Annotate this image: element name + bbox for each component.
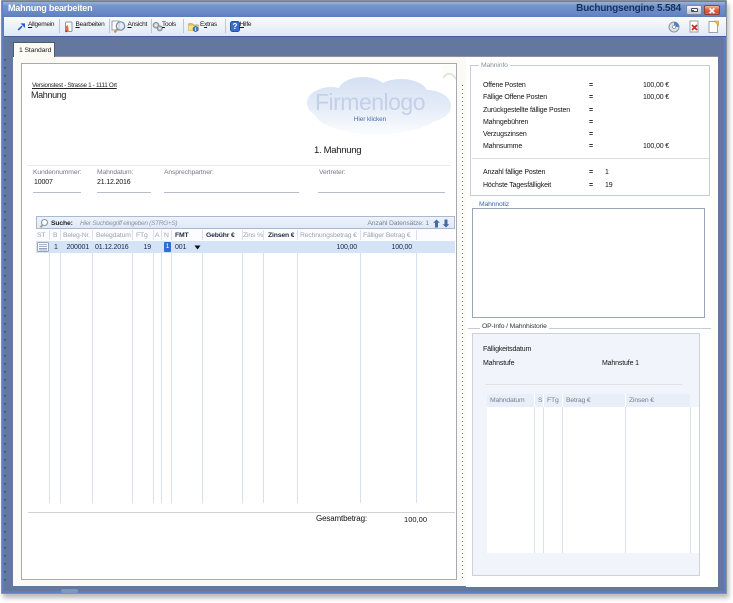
svg-text:?: ? [233, 22, 238, 31]
